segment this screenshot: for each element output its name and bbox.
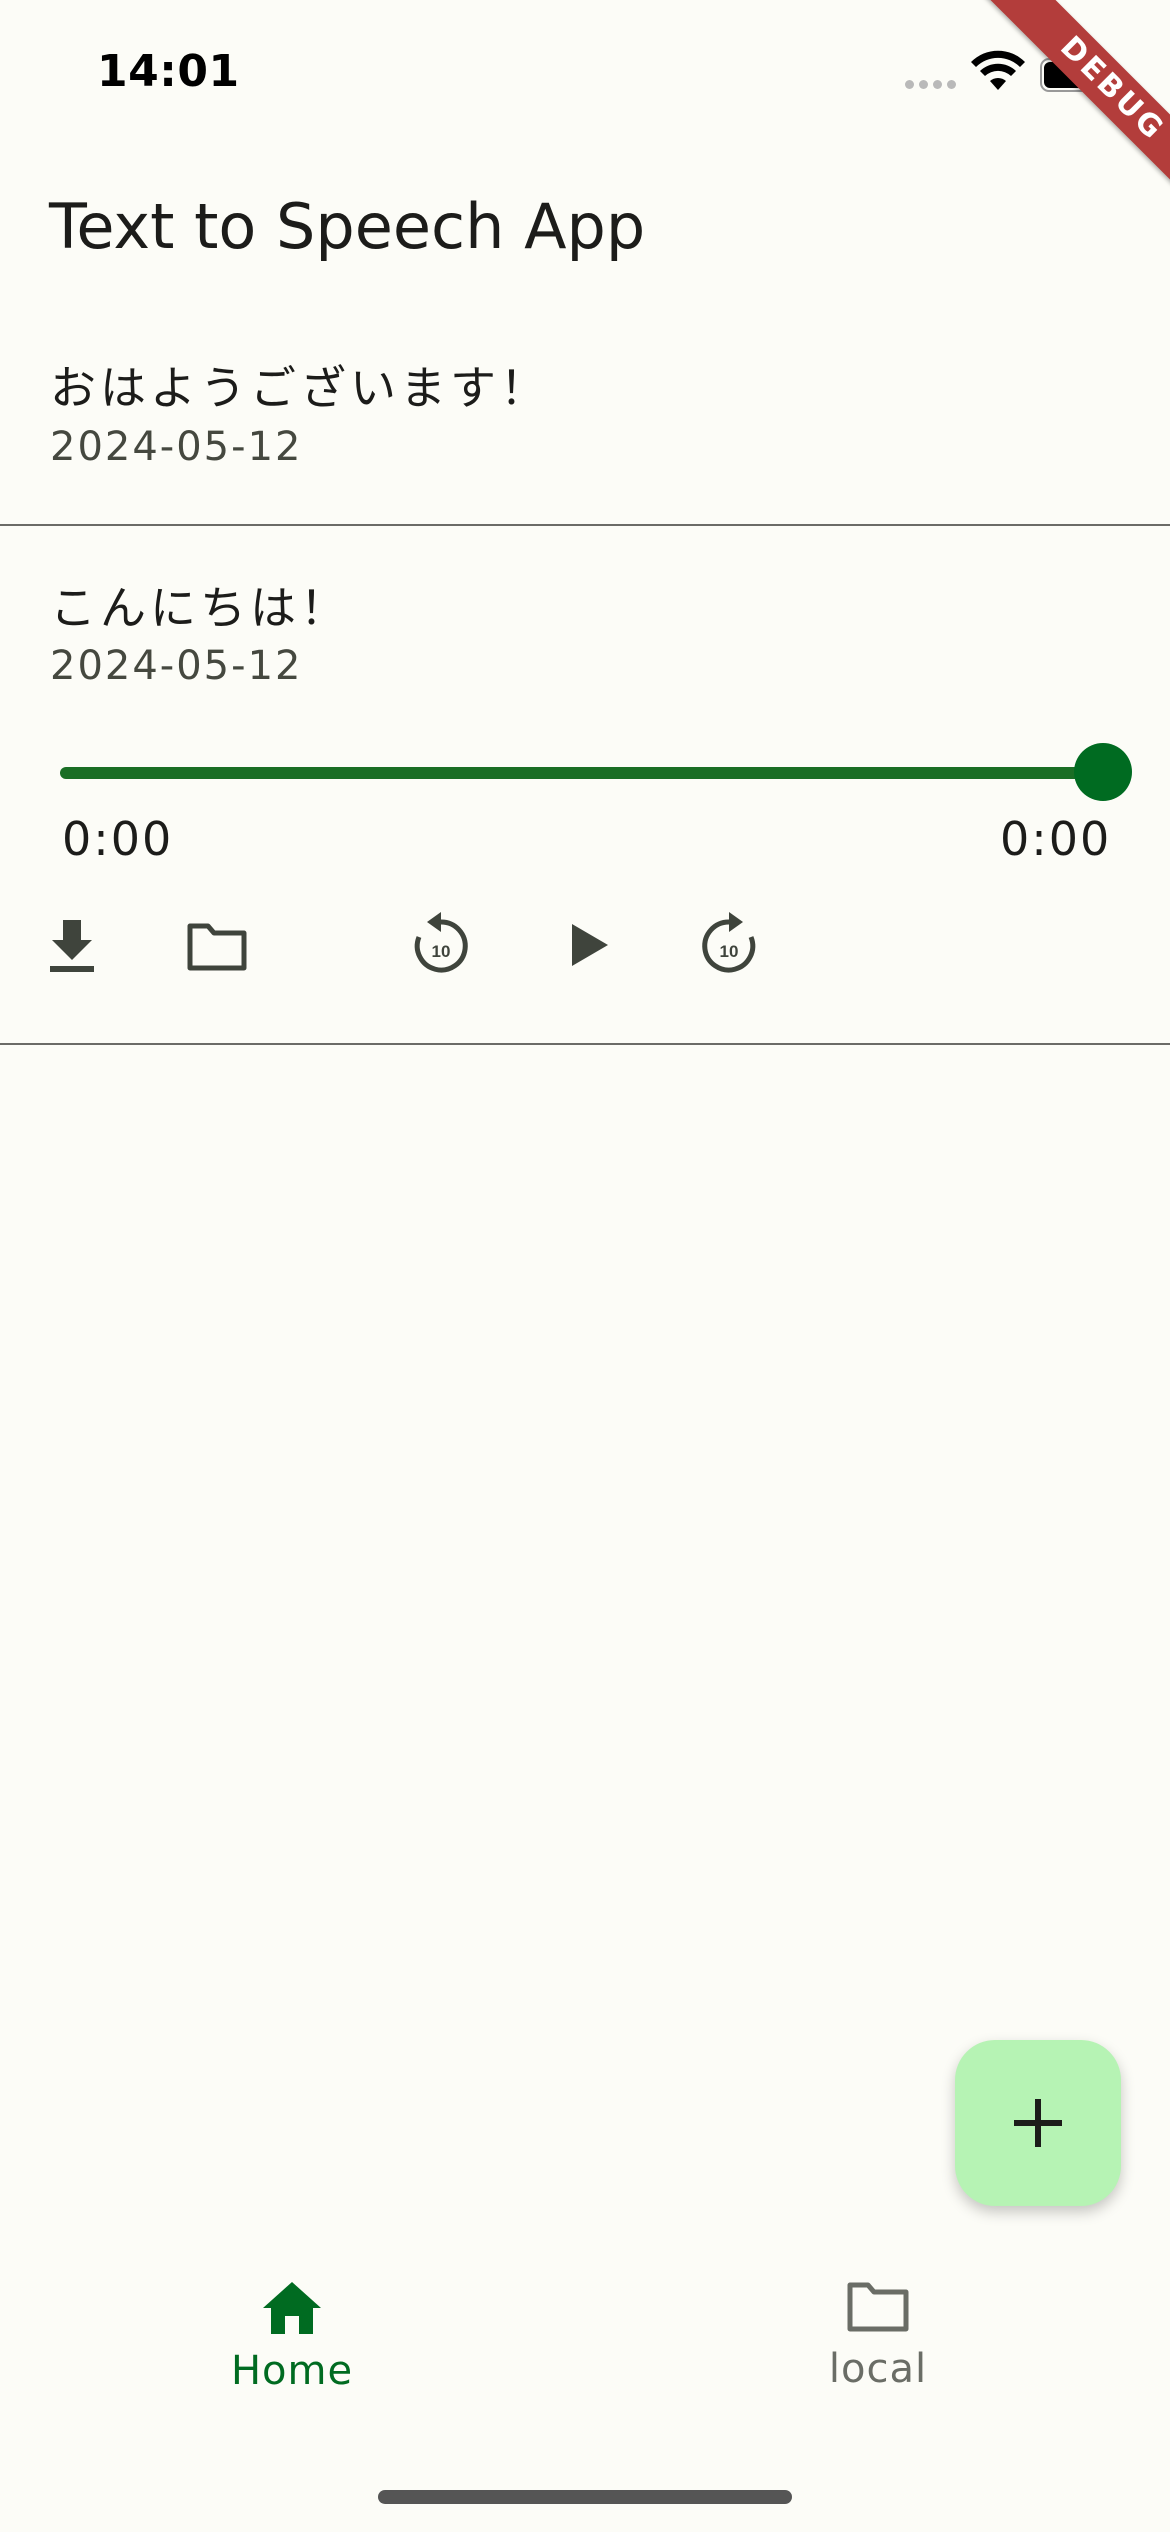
- folder-icon[interactable]: [186, 922, 248, 972]
- divider: [0, 524, 1170, 526]
- play-icon[interactable]: [570, 922, 610, 968]
- forward-10-icon[interactable]: 10: [700, 912, 758, 976]
- replay-seconds-label: 10: [432, 942, 451, 961]
- folder-icon: [847, 2282, 909, 2332]
- app-screen: 14:01 DEBUG Text to Speech App おはようございます…: [0, 0, 1170, 2532]
- forward-seconds-label: 10: [720, 942, 739, 961]
- home-indicator[interactable]: [378, 2490, 792, 2504]
- playback-slider-thumb[interactable]: [1074, 743, 1132, 801]
- item-text: こんにちは！: [50, 581, 350, 635]
- status-time: 14:01: [97, 46, 240, 97]
- plus-icon: [1014, 2099, 1062, 2147]
- nav-item-home[interactable]: Home: [142, 2280, 442, 2394]
- item-date: 2024-05-12: [50, 643, 303, 689]
- playback-slider-track[interactable]: [60, 767, 1104, 779]
- debug-label: DEBUG: [968, 0, 1170, 233]
- replay-10-icon[interactable]: 10: [412, 912, 470, 976]
- nav-label-home: Home: [230, 2348, 354, 2394]
- nav-item-local[interactable]: local: [728, 2280, 1028, 2392]
- add-button[interactable]: [955, 2040, 1121, 2206]
- home-icon: [263, 2282, 321, 2334]
- download-icon[interactable]: [48, 918, 96, 974]
- item-text: おはようございます！: [50, 361, 550, 415]
- duration-time: 0:00: [1000, 812, 1112, 866]
- nav-label-local: local: [828, 2346, 928, 2392]
- divider: [0, 1043, 1170, 1045]
- debug-banner: DEBUG: [910, 0, 1170, 260]
- item-date: 2024-05-12: [50, 424, 303, 470]
- position-time: 0:00: [62, 812, 174, 866]
- page-title: Text to Speech App: [49, 190, 646, 263]
